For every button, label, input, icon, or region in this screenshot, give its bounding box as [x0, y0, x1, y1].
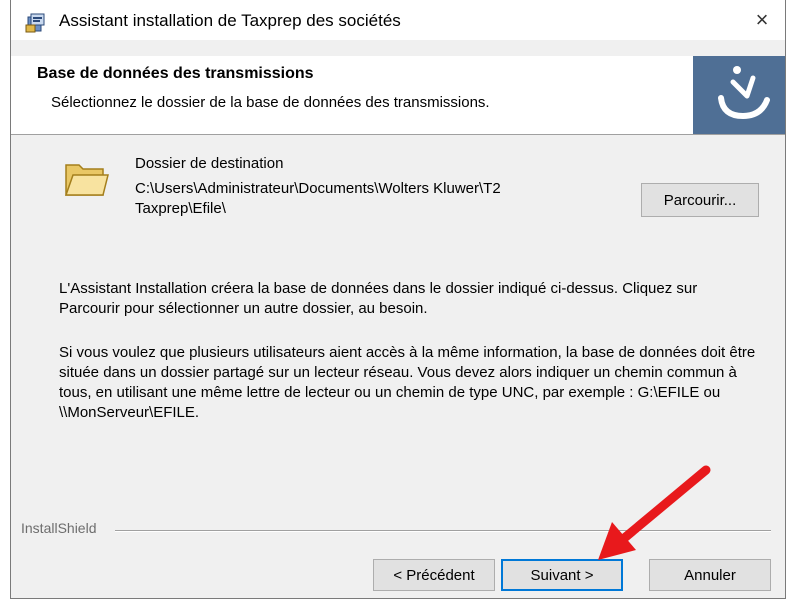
destination-label: Dossier de destination [135, 155, 284, 172]
title-bar: Assistant installation de Taxprep des so… [11, 0, 785, 40]
page-subtitle: Sélectionnez le dossier de la base de do… [51, 94, 490, 111]
footer-divider [115, 530, 771, 532]
previous-button[interactable]: < Précédent [373, 559, 495, 591]
window-title: Assistant installation de Taxprep des so… [59, 11, 401, 30]
cancel-button[interactable]: Annuler [649, 559, 771, 591]
page-title: Base de données des transmissions [37, 65, 314, 82]
folder-icon [63, 157, 109, 201]
browse-button[interactable]: Parcourir... [641, 183, 759, 217]
destination-path: C:\Users\Administrateur\Documents\Wolter… [135, 180, 501, 217]
info-paragraph-1: L'Assistant Installation créera la base … [59, 280, 698, 317]
close-icon[interactable]: × [739, 0, 785, 40]
info-paragraph-2: Si vous voulez que plusieurs utilisateur… [59, 344, 756, 421]
next-button[interactable]: Suivant > [501, 559, 623, 591]
installer-window: Assistant installation de Taxprep des so… [10, 0, 786, 599]
wizard-header: Base de données des transmissions Sélect… [11, 56, 785, 135]
installshield-brand-label: InstallShield [21, 520, 103, 536]
installer-icon [25, 11, 47, 33]
installshield-logo-icon [693, 56, 785, 134]
wizard-content: Dossier de destination C:\Users\Administ… [11, 135, 785, 520]
